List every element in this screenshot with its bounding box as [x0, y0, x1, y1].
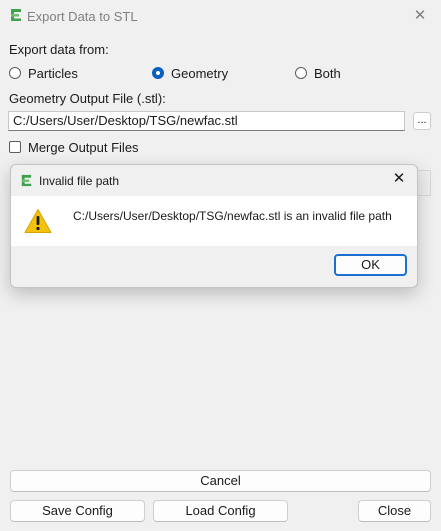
merge-output-checkbox[interactable]	[9, 141, 21, 153]
dialog-message: C:/Users/User/Desktop/TSG/newfac.stl is …	[73, 209, 392, 223]
dialog-close-button[interactable]: ✕	[389, 169, 409, 189]
app-icon	[11, 9, 21, 21]
invalid-path-dialog: Invalid file path ✕ C:/Users/User/Deskto…	[10, 164, 418, 288]
dialog-body: C:/Users/User/Desktop/TSG/newfac.stl is …	[11, 196, 417, 246]
dialog-title: Invalid file path	[39, 174, 120, 188]
radio-both-label[interactable]: Both	[314, 66, 341, 81]
window-close-button[interactable]: ✕	[409, 5, 431, 27]
cancel-button[interactable]: Cancel	[10, 470, 431, 492]
load-config-button[interactable]: Load Config	[153, 500, 288, 522]
output-file-input[interactable]: C:/Users/User/Desktop/TSG/newfac.stl	[8, 111, 405, 131]
browse-button[interactable]: ...	[413, 112, 431, 130]
title-bar: Export Data to STL ✕	[0, 0, 441, 32]
output-file-label: Geometry Output File (.stl):	[9, 91, 166, 106]
radio-particles[interactable]	[9, 67, 21, 79]
save-config-button[interactable]: Save Config	[10, 500, 145, 522]
radio-both[interactable]	[295, 67, 307, 79]
window-title: Export Data to STL	[27, 9, 138, 24]
dialog-app-icon	[21, 174, 32, 187]
radio-geometry[interactable]	[152, 67, 164, 79]
radio-geometry-label[interactable]: Geometry	[171, 66, 228, 81]
close-button[interactable]: Close	[358, 500, 431, 522]
warning-icon	[24, 209, 52, 233]
export-from-label: Export data from:	[9, 42, 109, 57]
merge-output-label[interactable]: Merge Output Files	[28, 140, 139, 155]
ok-button[interactable]: OK	[334, 254, 407, 276]
radio-particles-label[interactable]: Particles	[28, 66, 78, 81]
